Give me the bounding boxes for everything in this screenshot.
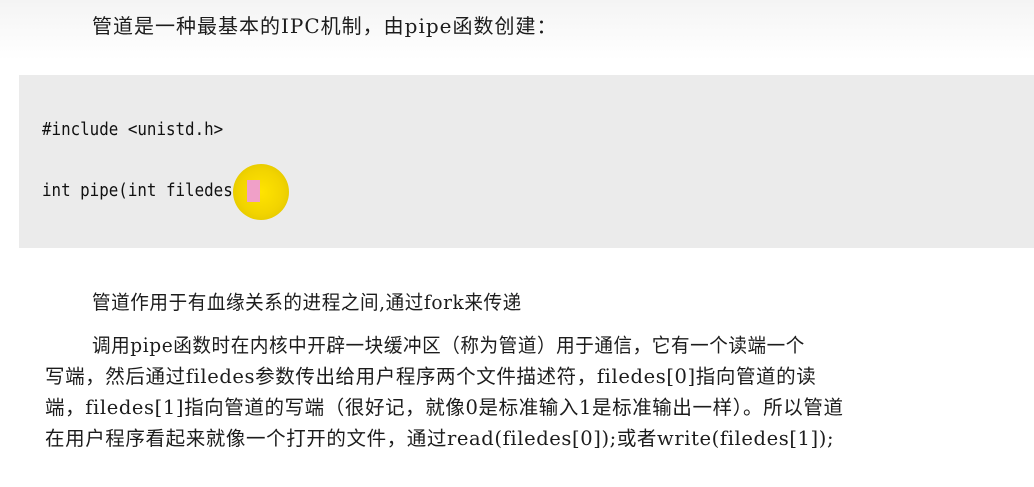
code-include-line: #include <unistd.h> (42, 119, 224, 140)
paragraph-line: 调用pipe函数时在内核中开辟一块缓冲区（称为管道）用于通信，它有一个读端一个 (92, 334, 805, 357)
code-block: #include <unistd.h> int pipe(int filedes… (19, 75, 1034, 248)
paragraph-line: 端，filedes[1]指向管道的写端（很好记，就像0是标准输入1是标准输出一样… (45, 396, 844, 419)
paragraph-line: 在用户程序看起来就像一个打开的文件，通过read(filedes[0]);或者w… (45, 427, 835, 450)
intro-text: 管道是一种最基本的IPC机制，由pipe函数创建： (92, 14, 558, 38)
paragraph-line: 写端，然后通过filedes参数传出给用户程序两个文件描述符，filedes[0… (45, 365, 817, 388)
mouse-cursor-highlight (233, 164, 289, 220)
text-cursor-icon (247, 180, 260, 202)
paragraph-line: 管道作用于有血缘关系的进程之间,通过fork来传递 (92, 291, 522, 314)
